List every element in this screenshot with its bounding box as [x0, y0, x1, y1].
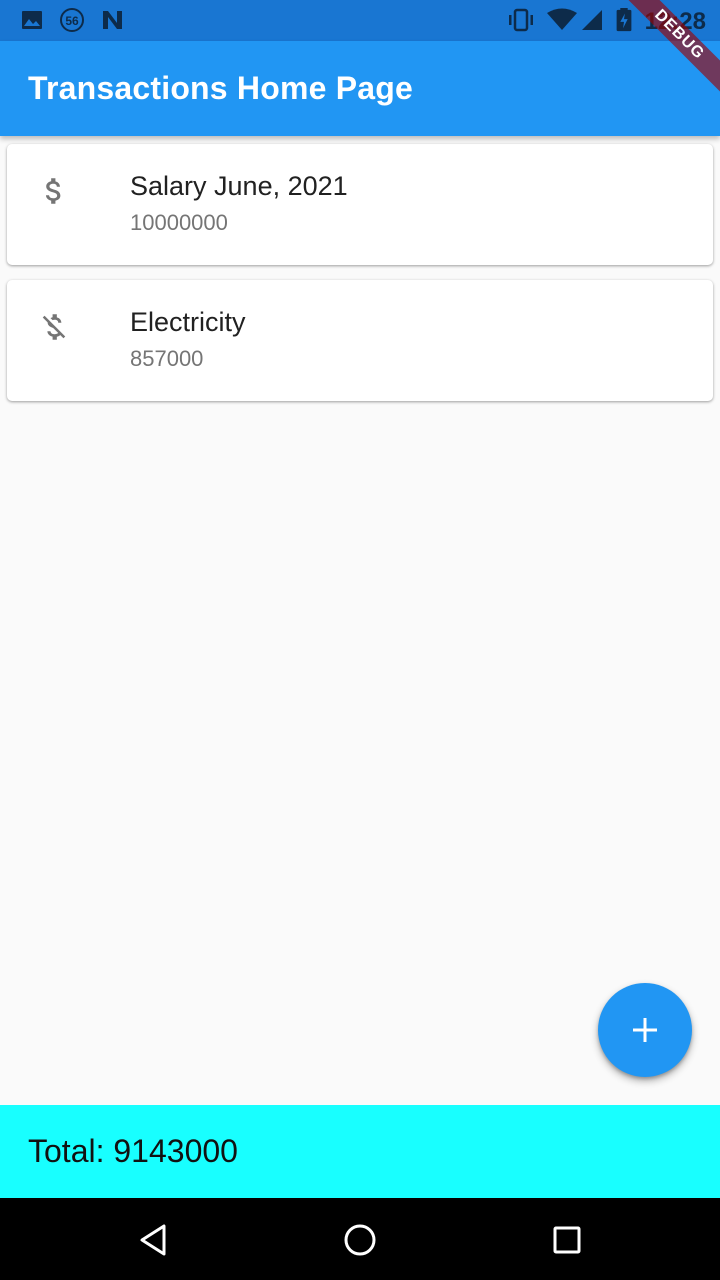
money-off-icon	[42, 314, 66, 340]
transaction-card[interactable]: Electricity 857000	[7, 280, 713, 401]
status-bar: 56 12:28	[0, 0, 720, 41]
status-time: 12:28	[644, 8, 706, 35]
transaction-amount: 10000000	[130, 210, 228, 235]
home-icon[interactable]	[340, 1220, 380, 1260]
dollar-icon	[45, 178, 61, 204]
notification-count: 56	[65, 14, 79, 28]
battery-charging-icon	[616, 8, 632, 32]
vibrate-icon	[509, 8, 533, 32]
notification-count-icon: 56	[60, 8, 84, 32]
transaction-card[interactable]: Salary June, 2021 10000000	[7, 144, 713, 265]
page-title: Transactions Home Page	[28, 70, 413, 106]
recents-icon[interactable]	[547, 1220, 587, 1260]
transaction-title: Electricity	[130, 307, 246, 337]
add-icon	[633, 1018, 657, 1042]
signal-icon	[582, 10, 602, 30]
image-icon	[22, 11, 42, 29]
n-app-icon	[103, 11, 122, 29]
screen: 56 12:28 Transactions Home Page DEBUG Sa…	[0, 0, 720, 1280]
add-transaction-button[interactable]	[598, 983, 692, 1077]
total-bar: Total: 9143000	[0, 1105, 720, 1198]
transaction-title: Salary June, 2021	[130, 171, 348, 201]
app-bar: Transactions Home Page	[0, 41, 720, 136]
transaction-amount: 857000	[130, 346, 204, 371]
navigation-bar	[0, 1198, 720, 1280]
back-icon[interactable]	[134, 1220, 174, 1260]
wifi-icon	[547, 8, 577, 30]
total-amount: Total: 9143000	[28, 1133, 238, 1169]
